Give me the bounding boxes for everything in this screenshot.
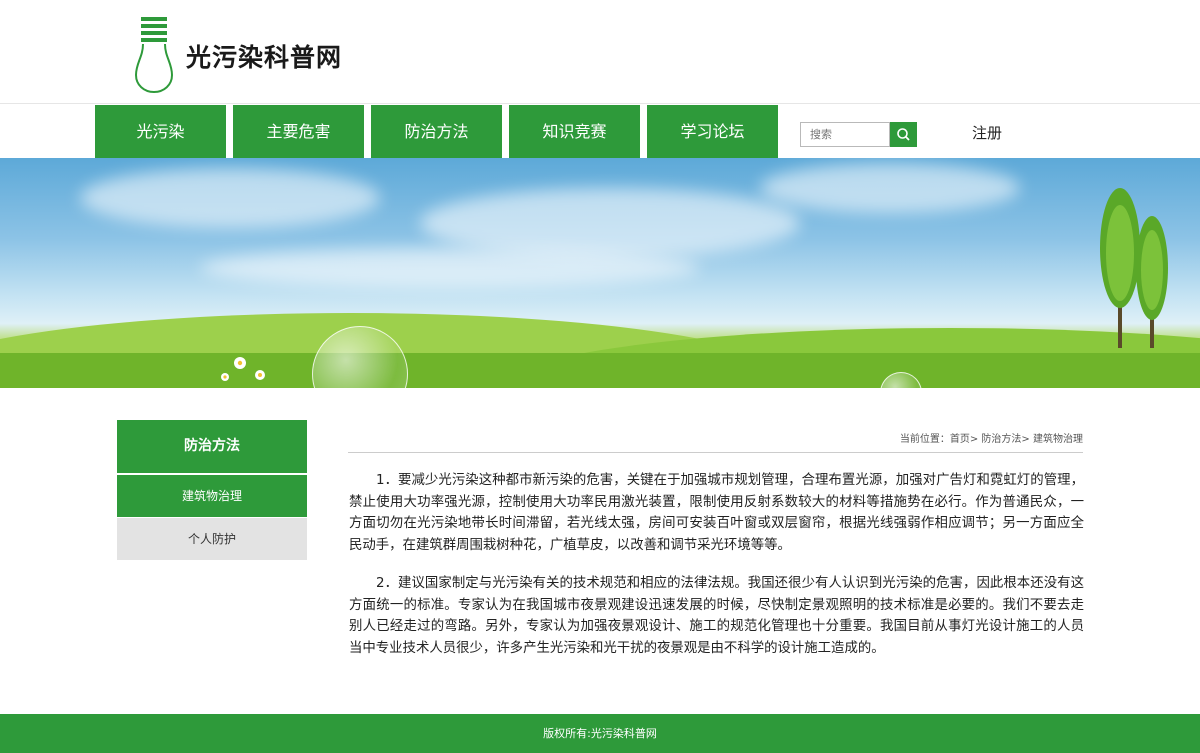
search-button[interactable] [890,122,917,147]
main-nav: 光污染 主要危害 防治方法 知识竞赛 学习论坛 [0,105,1200,158]
register-link[interactable]: 注册 [972,122,1002,143]
light-bulb-icon [134,17,174,93]
breadcrumb: 当前位置：首页> 防治方法> 建筑物治理 [899,434,1083,445]
daisy-decoration [221,357,265,381]
sidebar-title: 防治方法 [117,420,307,473]
content-paragraph-1: 1．要减少光污染这种都市新污染的危害，关键在于加强城市规划管理，合理布置光源，加… [349,473,1084,553]
site-title[interactable]: 光污染科普网 [186,38,342,74]
sidebar-item-personal-protection[interactable]: 个人防护 [117,518,307,560]
nav-item-prevention[interactable]: 防治方法 [371,105,502,158]
site-header: 光污染科普网 [0,0,1200,104]
nav-item-forum[interactable]: 学习论坛 [647,105,778,158]
nav-item-main-hazards[interactable]: 主要危害 [233,105,364,158]
nav-item-quiz[interactable]: 知识竞赛 [509,105,640,158]
search-icon [897,128,910,141]
content-paragraph-2: 2．建议国家制定与光污染有关的技术规范和相应的法律法规。我国还很少有人认识到光污… [349,576,1084,656]
tree-decoration [1100,188,1168,348]
sidebar-item-building-control[interactable]: 建筑物治理 [117,475,307,517]
nav-item-light-pollution[interactable]: 光污染 [95,105,226,158]
banner-image [0,158,1200,388]
content-divider [348,452,1083,453]
footer-copyright: 版权所有:光污染科普网 [0,714,1200,753]
search-input[interactable] [800,122,890,147]
